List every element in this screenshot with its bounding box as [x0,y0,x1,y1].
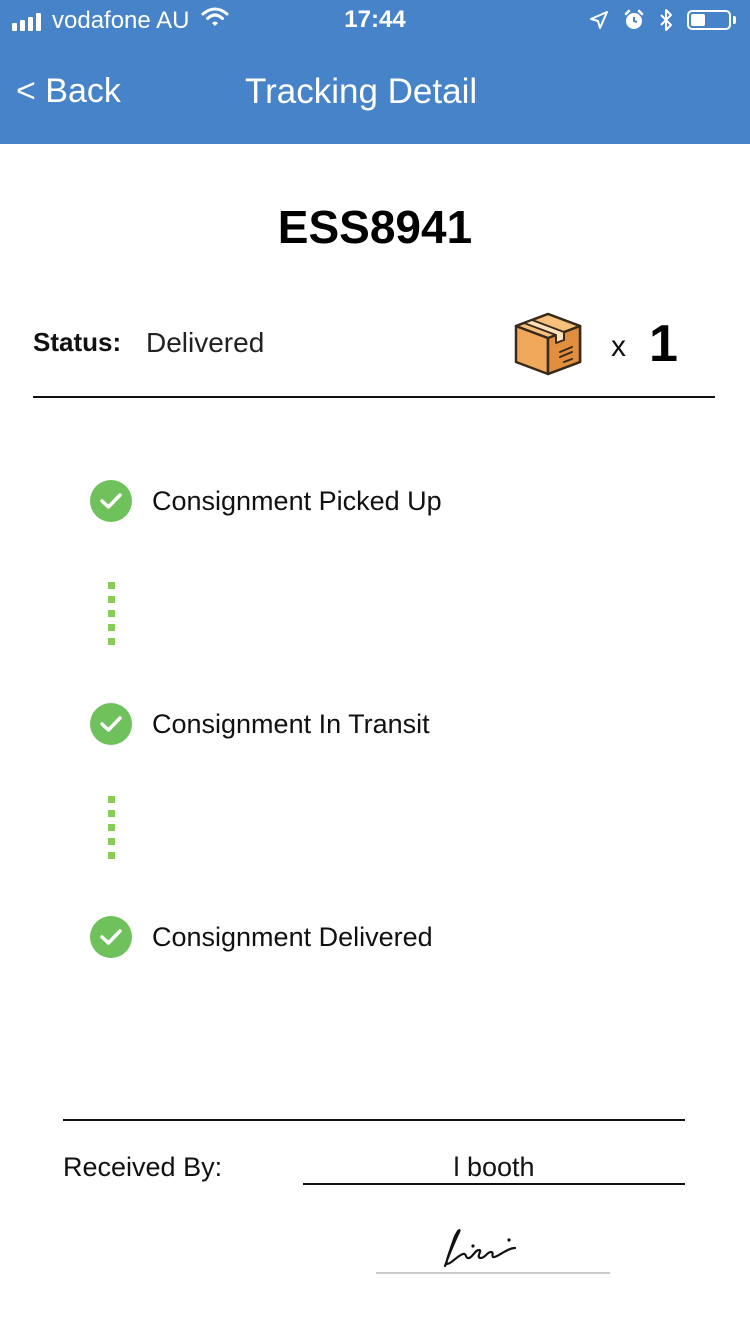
status-value: Delivered [146,327,265,358]
check-circle-icon [90,916,132,958]
tracking-step-in-transit: Consignment In Transit [90,703,430,745]
check-circle-icon [90,703,132,745]
status-divider [33,396,715,398]
received-by-value: l booth [453,1152,535,1182]
signature-image [435,1226,525,1275]
status-bar: vodafone AU 17:44 [0,0,750,40]
package-quantity: 1 [649,315,678,373]
consignment-id: ESS8941 [277,201,473,253]
received-by-label: Received By: [63,1152,223,1182]
location-arrow-icon [589,10,609,30]
signature-line [376,1272,610,1274]
back-button[interactable]: < Back [16,72,121,111]
status-label: Status: [33,327,122,357]
tracking-step-picked-up: Consignment Picked Up [90,480,442,522]
quantity-multiplier: x [611,330,626,363]
battery-icon [687,10,736,30]
step-connector [108,796,115,866]
step-label: Consignment Picked Up [152,485,442,516]
receipt-divider [63,1119,685,1121]
page-title: Tracking Detail [245,72,478,111]
tracking-step-delivered: Consignment Delivered [90,916,433,958]
check-circle-icon [90,480,132,522]
cardboard-box-icon [512,310,584,383]
app-header: vodafone AU 17:44 < Back Tracking Detail [0,0,750,144]
step-label: Consignment In Transit [152,708,430,739]
received-by-underline [303,1183,685,1185]
bluetooth-icon [659,8,673,32]
alarm-clock-icon [623,9,645,31]
step-label: Consignment Delivered [152,921,433,952]
status-bar-right [575,8,736,32]
step-connector [108,582,115,652]
